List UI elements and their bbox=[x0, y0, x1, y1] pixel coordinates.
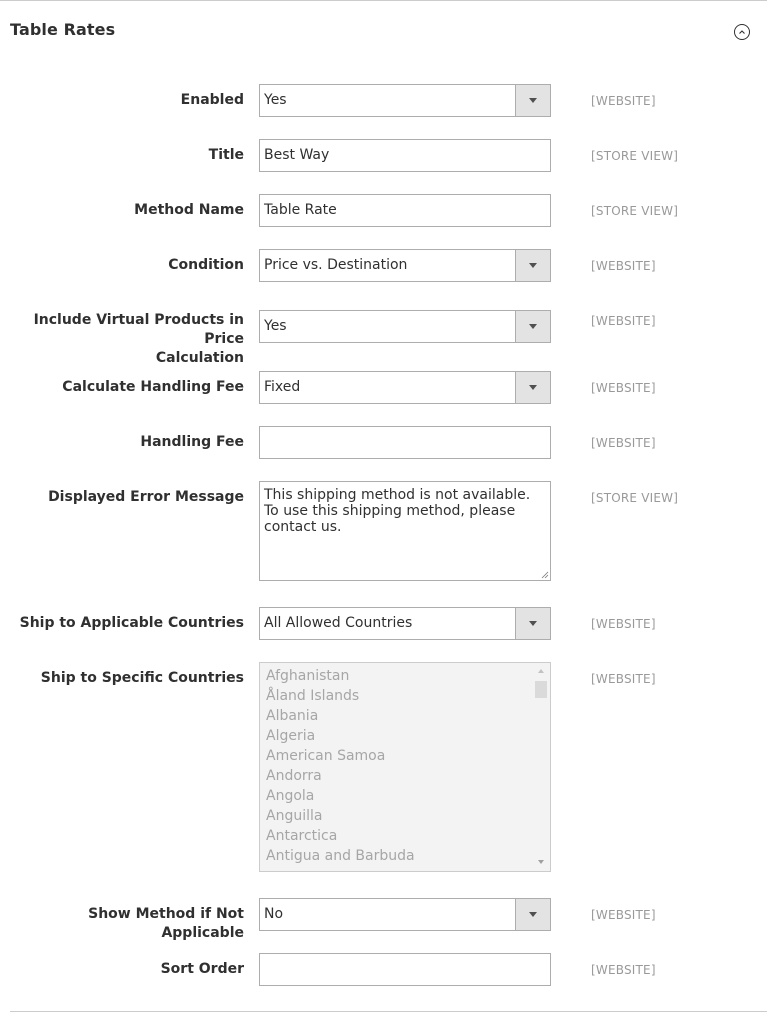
field-label: Enabled bbox=[180, 92, 244, 108]
scroll-down-arrow-icon[interactable] bbox=[538, 860, 544, 864]
caret-down-icon bbox=[529, 912, 537, 917]
country-option[interactable]: American Samoa bbox=[266, 748, 385, 764]
dropdown-button[interactable] bbox=[515, 372, 550, 403]
input-value: Best Way bbox=[264, 147, 330, 163]
enabled-select[interactable]: Yes bbox=[259, 84, 551, 117]
dropdown-button[interactable] bbox=[515, 899, 550, 930]
sort-order-input[interactable] bbox=[259, 953, 551, 986]
handling-fee-input[interactable] bbox=[259, 426, 551, 459]
field-label: Calculate Handling Fee bbox=[62, 379, 244, 395]
select-value: Price vs. Destination bbox=[264, 257, 408, 273]
dropdown-button[interactable] bbox=[515, 85, 550, 116]
dropdown-button[interactable] bbox=[515, 311, 550, 342]
scope-label: [WEBSITE] bbox=[591, 381, 656, 395]
scope-label: [STORE VIEW] bbox=[591, 204, 679, 218]
input-value: Table Rate bbox=[264, 202, 337, 218]
textarea-value: This shipping method is not available. T… bbox=[264, 487, 531, 535]
scope-label: [WEBSITE] bbox=[591, 259, 656, 273]
collapse-button[interactable] bbox=[734, 24, 750, 40]
scope-label: [WEBSITE] bbox=[591, 963, 656, 977]
scope-label: [WEBSITE] bbox=[591, 908, 656, 922]
method-name-input[interactable]: Table Rate bbox=[259, 194, 551, 227]
chevron-up-icon bbox=[739, 30, 745, 34]
country-option[interactable]: Anguilla bbox=[266, 808, 322, 824]
field-label-line: Include Virtual Products in Price bbox=[33, 312, 244, 347]
show-method-select[interactable]: No bbox=[259, 898, 551, 931]
caret-down-icon bbox=[529, 263, 537, 268]
field-label: Method Name bbox=[134, 202, 244, 218]
country-option[interactable]: Antarctica bbox=[266, 828, 337, 844]
country-option[interactable]: Andorra bbox=[266, 768, 322, 784]
field-label: Ship to Applicable Countries bbox=[19, 615, 244, 631]
scope-label: [WEBSITE] bbox=[591, 94, 656, 108]
country-option[interactable]: Antigua and Barbuda bbox=[266, 848, 415, 864]
field-label: Ship to Specific Countries bbox=[40, 670, 244, 686]
select-value: Yes bbox=[264, 92, 287, 108]
condition-select[interactable]: Price vs. Destination bbox=[259, 249, 551, 282]
country-option[interactable]: Åland Islands bbox=[266, 688, 359, 704]
applicable-countries-select[interactable]: All Allowed Countries bbox=[259, 607, 551, 640]
include-virtual-select[interactable]: Yes bbox=[259, 310, 551, 343]
country-option[interactable]: Albania bbox=[266, 708, 318, 724]
field-label: Title bbox=[208, 147, 244, 163]
scope-label: [WEBSITE] bbox=[591, 436, 656, 450]
section-title: Table Rates bbox=[10, 20, 116, 39]
country-option[interactable]: Algeria bbox=[266, 728, 315, 744]
scope-label: [STORE VIEW] bbox=[591, 491, 679, 505]
dropdown-button[interactable] bbox=[515, 250, 550, 281]
caret-down-icon bbox=[529, 324, 537, 329]
error-message-textarea[interactable]: This shipping method is not available. T… bbox=[259, 481, 551, 581]
field-label: Displayed Error Message bbox=[48, 489, 244, 505]
handling-type-select[interactable]: Fixed bbox=[259, 371, 551, 404]
field-label: Show Method if Not Applicable bbox=[88, 906, 244, 941]
field-label: Include Virtual Products in Price Calcul… bbox=[14, 311, 244, 368]
caret-down-icon bbox=[529, 621, 537, 626]
country-option[interactable]: Angola bbox=[266, 788, 314, 804]
select-value: No bbox=[264, 906, 284, 922]
field-label-line: Calculation bbox=[155, 350, 244, 366]
scope-label: [STORE VIEW] bbox=[591, 149, 679, 163]
select-value: Yes bbox=[264, 318, 287, 334]
field-label: Handling Fee bbox=[140, 434, 244, 450]
title-input[interactable]: Best Way bbox=[259, 139, 551, 172]
scrollbar-thumb[interactable] bbox=[535, 681, 547, 698]
scrollbar[interactable] bbox=[533, 664, 549, 870]
select-value: All Allowed Countries bbox=[264, 615, 413, 631]
dropdown-button[interactable] bbox=[515, 608, 550, 639]
scope-label: [WEBSITE] bbox=[591, 617, 656, 631]
scope-label: [WEBSITE] bbox=[591, 314, 656, 328]
resize-handle-icon[interactable] bbox=[541, 571, 549, 579]
scope-label: [WEBSITE] bbox=[591, 672, 656, 686]
field-label: Condition bbox=[168, 257, 244, 273]
top-divider bbox=[0, 0, 767, 1]
specific-countries-multiselect[interactable]: Afghanistan Åland Islands Albania Algeri… bbox=[259, 662, 551, 872]
country-option[interactable]: Afghanistan bbox=[266, 668, 349, 684]
caret-down-icon bbox=[529, 385, 537, 390]
scroll-up-arrow-icon[interactable] bbox=[538, 669, 544, 673]
field-label: Sort Order bbox=[160, 961, 244, 977]
bottom-divider bbox=[10, 1011, 767, 1012]
select-value: Fixed bbox=[264, 379, 301, 395]
caret-down-icon bbox=[529, 98, 537, 103]
